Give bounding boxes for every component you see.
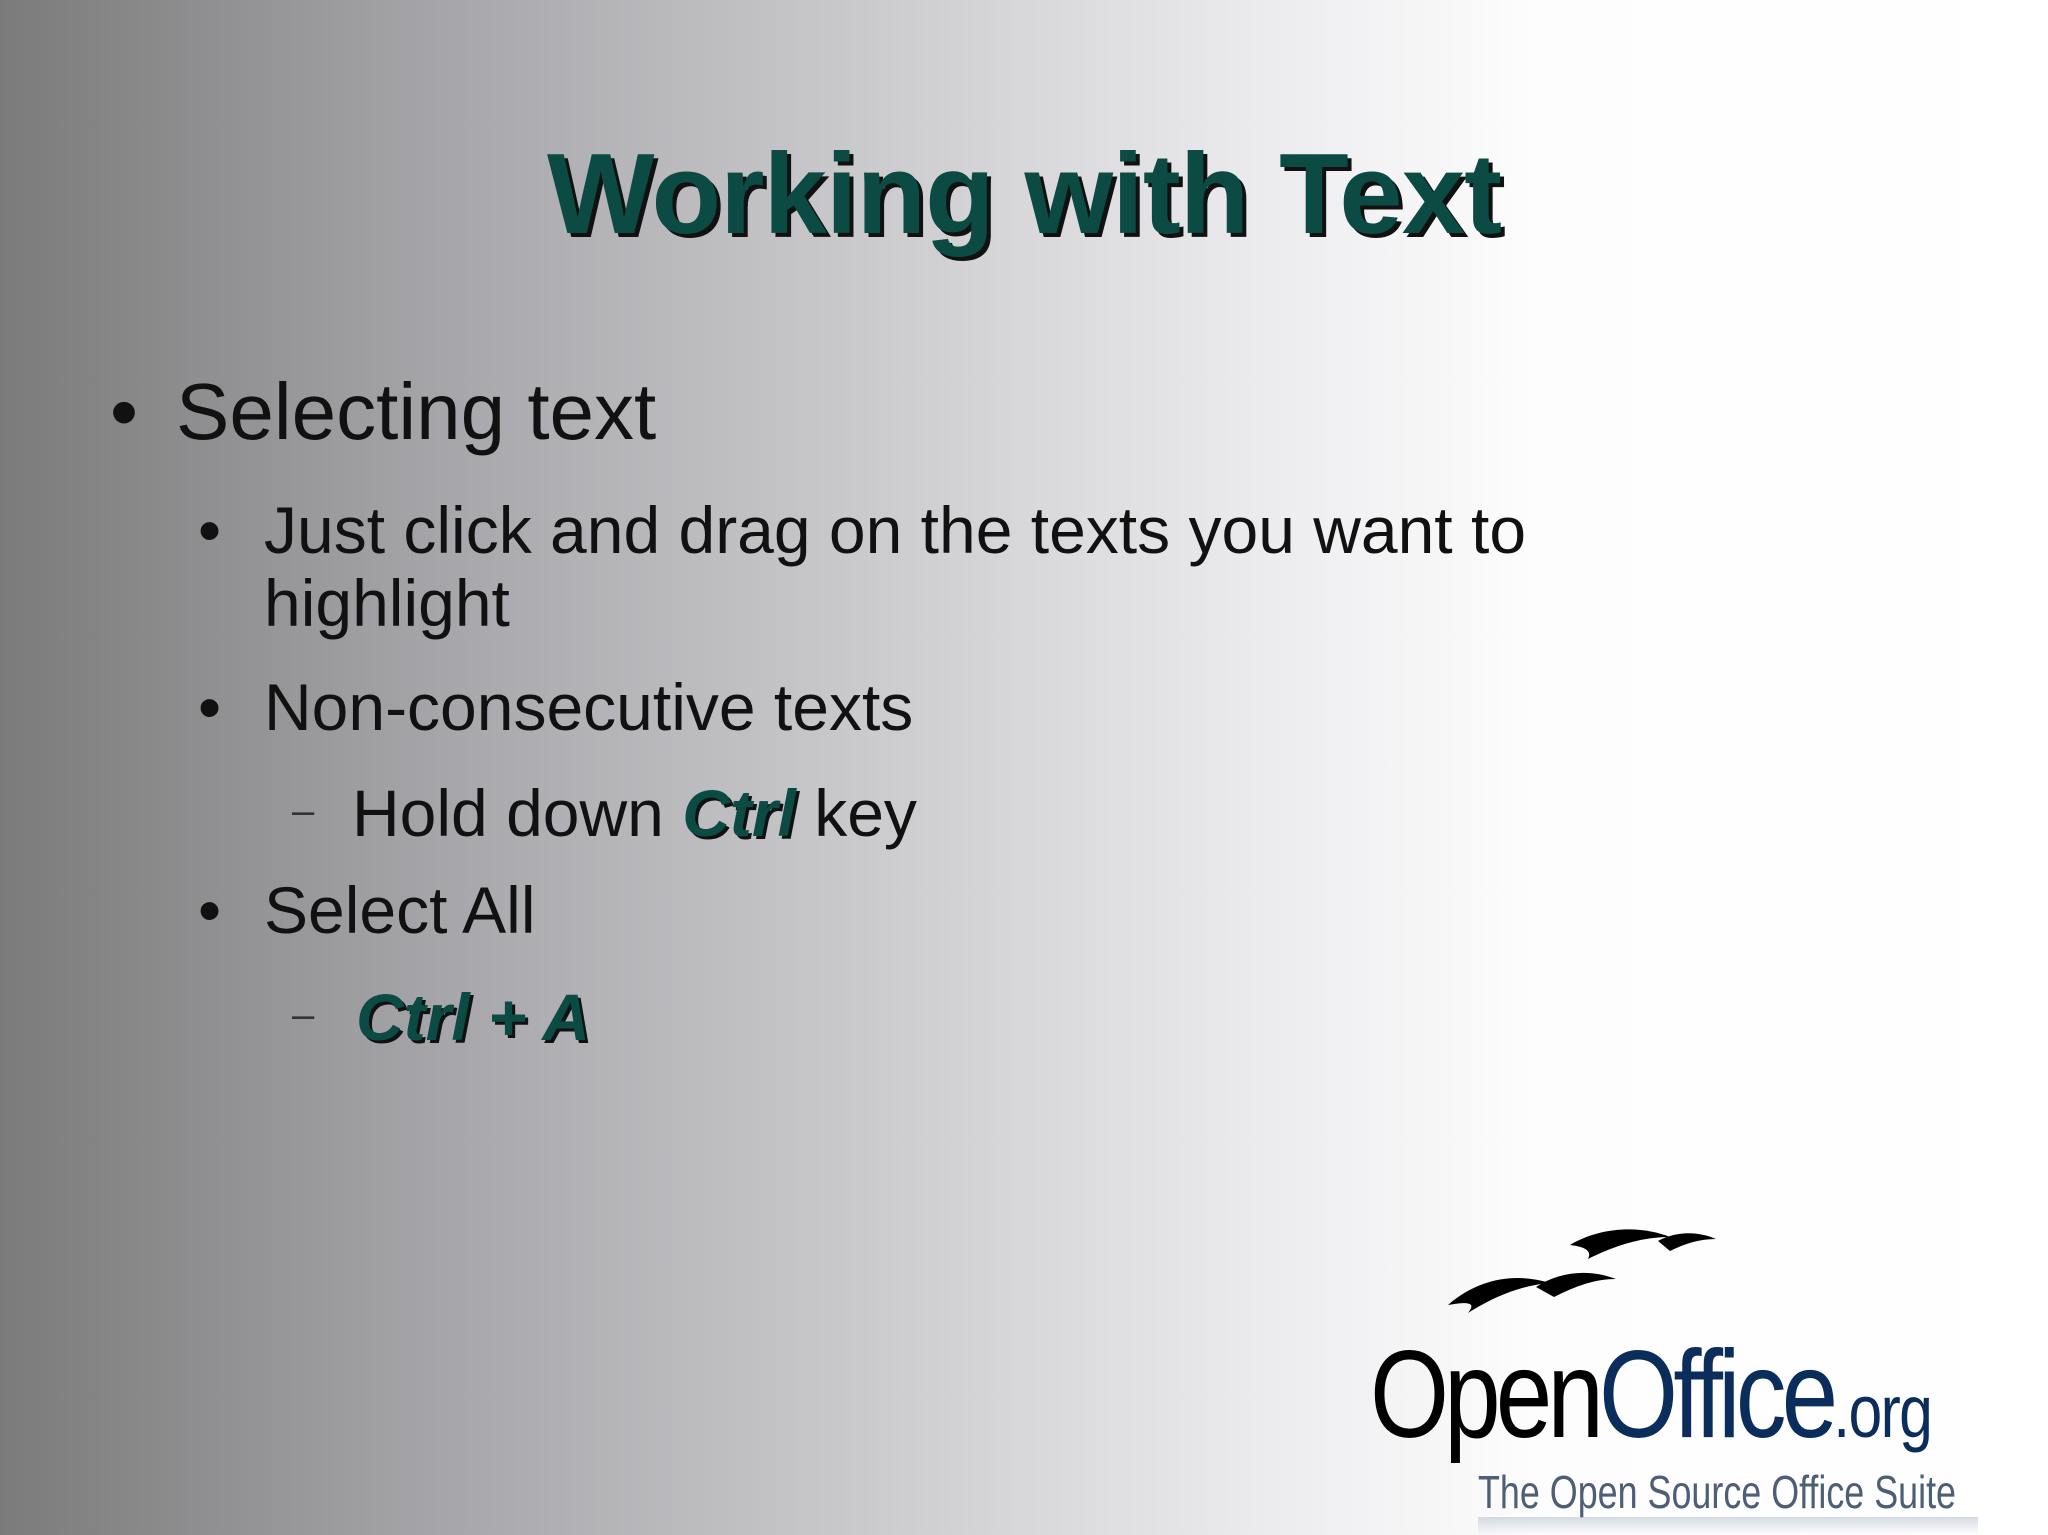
openoffice-logo: OpenOffice.org The Open Source Office Su… bbox=[1360, 1225, 2010, 1535]
logo-tagline: The Open Source Office Suite bbox=[1478, 1466, 1957, 1518]
sub-bullet-text: Hold down Ctrl key bbox=[352, 780, 917, 846]
slide-title: Working with Text bbox=[546, 131, 1502, 258]
dash-marker: – bbox=[292, 789, 315, 833]
bullet-text: Select All bbox=[264, 873, 536, 947]
ctrl-key-label: Ctrl bbox=[682, 776, 796, 850]
bullet-marker: • bbox=[198, 493, 222, 567]
bullet-text: Selecting text bbox=[176, 367, 657, 456]
text-hold-down: Hold down bbox=[352, 776, 683, 850]
bullet-marker: • bbox=[198, 670, 222, 744]
bullet-marker: • bbox=[110, 367, 139, 456]
bullet-text-line-1: Just click and drag on the texts you wan… bbox=[264, 493, 1527, 567]
wordmark-org: .org bbox=[1833, 1370, 1933, 1453]
bullet-marker: • bbox=[198, 873, 222, 947]
text-key: key bbox=[795, 776, 917, 850]
bullet-text-line-2: highlight bbox=[264, 566, 510, 640]
dash-marker: – bbox=[292, 993, 315, 1037]
wordmark-office: Office bbox=[1599, 1326, 1838, 1464]
tagline-reflection bbox=[1478, 1517, 1978, 1535]
openoffice-wordmark: OpenOffice.org bbox=[1370, 1333, 1933, 1457]
wordmark-open: Open bbox=[1370, 1326, 1604, 1464]
ctrl-a-shortcut: Ctrl + A bbox=[356, 980, 591, 1054]
bullet-text: Non-consecutive texts bbox=[264, 670, 914, 744]
